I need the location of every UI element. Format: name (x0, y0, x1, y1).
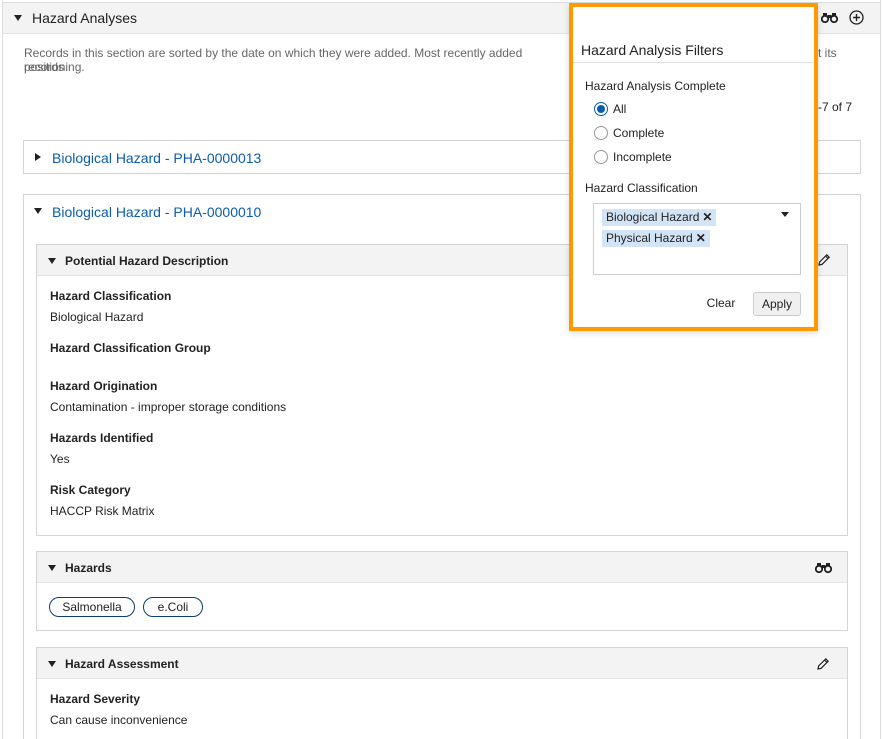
section-title: Hazard Analyses (32, 10, 138, 26)
clear-button[interactable]: Clear (701, 292, 741, 314)
binoculars-icon[interactable] (815, 562, 832, 573)
radio-complete-label[interactable]: Complete (613, 126, 664, 140)
field-value: Biological Hazard (50, 310, 144, 324)
collapse-assessment-caret-icon[interactable] (48, 661, 56, 667)
classification-label: Hazard Classification (585, 181, 698, 195)
field-value: Contamination - improper storage conditi… (50, 400, 287, 414)
radio-incomplete[interactable] (594, 150, 608, 164)
collapse-hazards-caret-icon[interactable] (48, 565, 56, 571)
field-label: Risk Category (50, 483, 131, 497)
hazards-title: Hazards (65, 561, 112, 575)
record-link[interactable]: Biological Hazard - PHA-0000010 (52, 204, 261, 220)
record-link[interactable]: Biological Hazard - PHA-0000013 (52, 150, 261, 166)
field-label: Hazards Identified (50, 431, 154, 445)
remove-chip-icon[interactable]: ✕ (696, 231, 706, 245)
pagination-count: -7 of 7 (818, 100, 853, 114)
radio-all-label[interactable]: All (613, 102, 626, 116)
collapse-section-caret-icon[interactable] (14, 15, 22, 21)
edit-pencil-icon[interactable] (817, 253, 831, 267)
field-label: Hazard Classification Group (50, 341, 211, 355)
expand-record-caret-icon[interactable] (35, 153, 41, 161)
section-description-tail: t its (818, 46, 837, 60)
hazard-assessment-title: Hazard Assessment (65, 657, 179, 671)
field-label: Hazard Severity (50, 692, 141, 706)
collapse-potential-hazard-caret-icon[interactable] (48, 258, 56, 264)
classification-chip-label: Biological Hazard (606, 210, 700, 224)
collapse-record-caret-icon[interactable] (34, 208, 42, 214)
radio-incomplete-label[interactable]: Incomplete (613, 150, 672, 164)
classification-chip: Biological Hazard ✕ (602, 209, 717, 226)
section-description-line1: Records in this section are sorted by th… (24, 46, 523, 74)
field-value: HACCP Risk Matrix (50, 504, 155, 518)
binoculars-icon[interactable] (821, 12, 838, 23)
edit-pencil-icon[interactable] (816, 657, 830, 671)
field-value: Can cause inconvenience (50, 713, 188, 727)
radio-complete[interactable] (594, 126, 608, 140)
hazards-header (37, 552, 847, 583)
analysis-complete-label: Hazard Analysis Complete (585, 79, 726, 93)
field-label: Hazard Classification (50, 289, 172, 303)
filter-popover: Hazard Analysis Filters Hazard Analysis … (569, 3, 818, 331)
add-circle-icon[interactable] (849, 10, 864, 25)
filter-popover-title: Hazard Analysis Filters (581, 42, 724, 58)
dropdown-arrow-icon[interactable] (781, 212, 789, 217)
hazard-tag[interactable]: Salmonella (49, 597, 135, 617)
classification-chip-label: Physical Hazard (606, 231, 693, 245)
field-value: Yes (50, 452, 70, 466)
field-label: Hazard Origination (50, 379, 158, 393)
hazard-tag[interactable]: e.Coli (143, 597, 203, 617)
remove-chip-icon[interactable]: ✕ (702, 210, 712, 224)
section-description-line2: positioning. (24, 60, 85, 74)
classification-chip: Physical Hazard ✕ (602, 230, 710, 247)
radio-all[interactable] (594, 102, 608, 116)
potential-hazard-title: Potential Hazard Description (65, 254, 229, 268)
apply-button[interactable]: Apply (753, 292, 801, 316)
